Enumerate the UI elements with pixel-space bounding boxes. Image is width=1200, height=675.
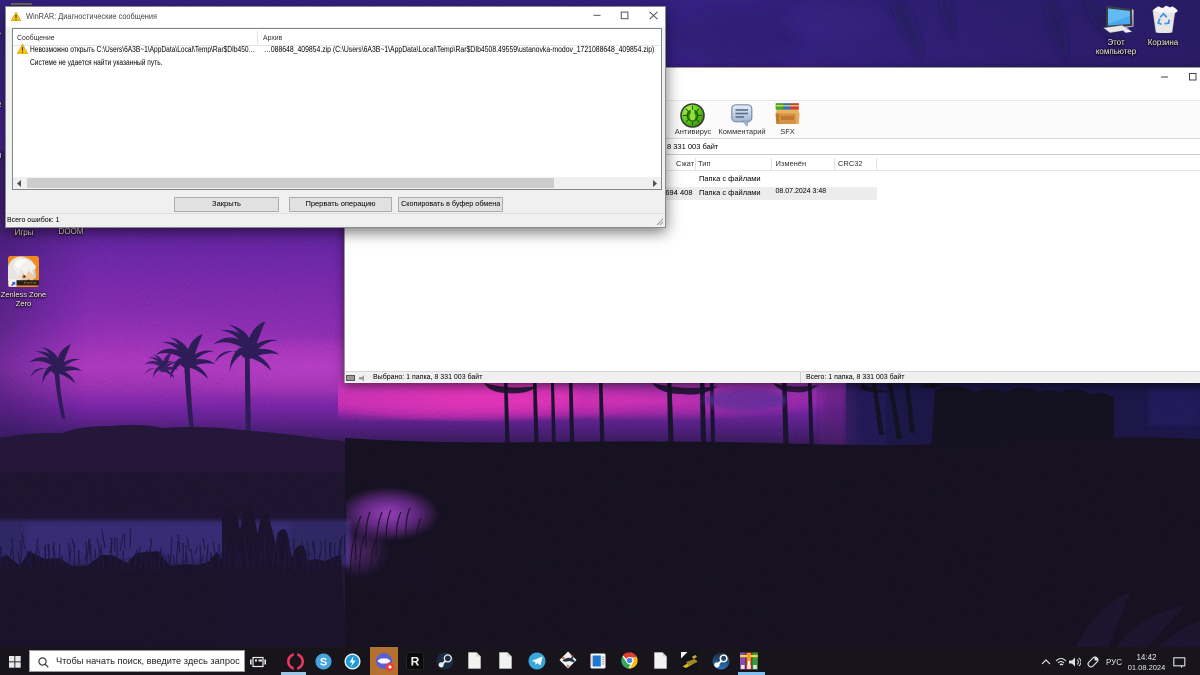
svg-text:S: S — [320, 657, 327, 669]
svg-text:R: R — [411, 655, 420, 669]
